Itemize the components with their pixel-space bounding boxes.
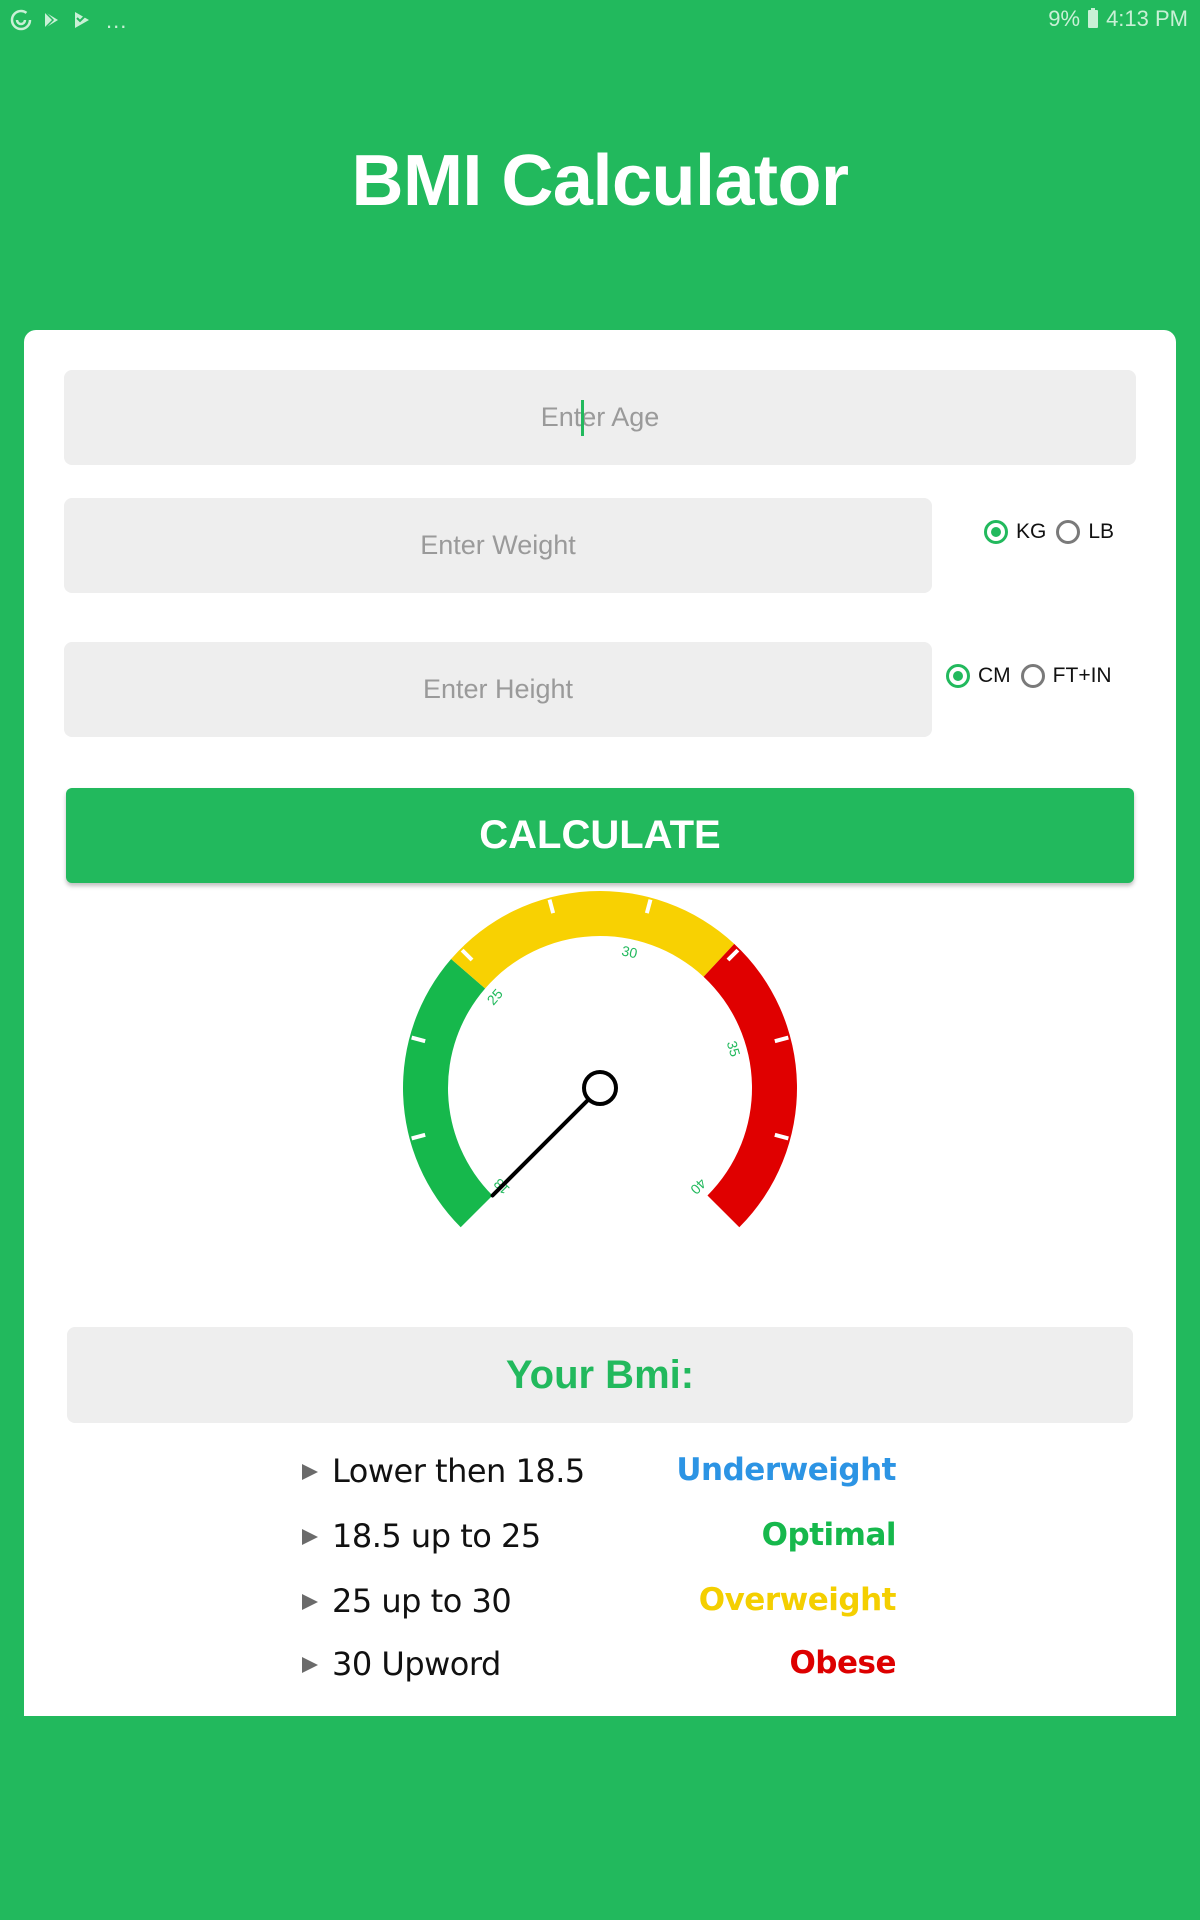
legend-range: 25 up to 30	[332, 1582, 512, 1620]
gauge-label: 40	[687, 1175, 709, 1197]
legend-row: 30 Upword Obese	[302, 1641, 922, 1691]
legend-range: 18.5 up to 25	[332, 1517, 541, 1555]
battery-percent: 9%	[1048, 6, 1081, 31]
weight-input[interactable]	[64, 497, 932, 594]
play-store-check-icon	[75, 12, 89, 28]
sync-icon	[10, 9, 32, 31]
radio-cm[interactable]: CM	[946, 664, 1011, 688]
calculator-card: KG LB CM FT+IN CALCULATE 1825303540 Your…	[24, 330, 1176, 1716]
height-input[interactable]	[64, 641, 932, 738]
radio-kg-label: KG	[1016, 520, 1047, 543]
radio-cm-label: CM	[978, 664, 1011, 687]
radio-lb[interactable]: LB	[1056, 520, 1114, 544]
calculate-button[interactable]: CALCULATE	[66, 788, 1134, 883]
legend-range: Lower then 18.5	[332, 1452, 585, 1490]
notification-overflow: ...	[106, 8, 128, 33]
radio-unchecked-icon[interactable]	[1020, 664, 1045, 688]
radio-checked-icon[interactable]	[946, 664, 970, 688]
bmi-result-label: Your Bmi:	[505, 1352, 695, 1397]
triangle-bullet-icon	[302, 1529, 318, 1545]
gauge-label: 35	[724, 1039, 744, 1059]
play-store-icon	[44, 11, 58, 29]
gauge-needle-hub	[582, 1070, 618, 1106]
status-bar: ... 9% 4:13 PM	[0, 0, 1200, 40]
height-unit-group: CM FT+IN	[946, 664, 1122, 688]
legend-row: 18.5 up to 25 Optimal	[302, 1513, 922, 1563]
legend-status: Optimal	[761, 1517, 897, 1553]
gauge-label: 25	[484, 985, 506, 1007]
bmi-gauge: 1825303540	[403, 891, 797, 1228]
age-input[interactable]	[64, 369, 1136, 466]
radio-ft-in-label: FT+IN	[1052, 664, 1112, 687]
triangle-bullet-icon	[302, 1594, 318, 1610]
gauge-segment-0	[403, 958, 493, 1228]
gauge-segment-2	[703, 943, 797, 1228]
weight-field[interactable]	[64, 497, 932, 594]
radio-unchecked-icon[interactable]	[1056, 520, 1081, 544]
battery-icon	[1088, 8, 1099, 28]
legend-status: Obese	[789, 1645, 896, 1681]
radio-checked-icon[interactable]	[984, 520, 1008, 544]
bmi-result-box: Your Bmi:	[67, 1327, 1133, 1423]
triangle-bullet-icon	[302, 1464, 318, 1480]
legend-status: Underweight	[676, 1452, 896, 1488]
legend-row: 25 up to 30 Overweight	[302, 1578, 922, 1628]
text-cursor	[581, 400, 584, 436]
height-field[interactable]	[64, 641, 932, 738]
app-title: BMI Calculator	[351, 141, 849, 221]
gauge-needle	[490, 1097, 591, 1198]
gauge-segment-1	[451, 891, 735, 989]
clock: 4:13 PM	[1106, 6, 1188, 31]
legend-range: 30 Upword	[332, 1645, 501, 1683]
radio-ft-in[interactable]: FT+IN	[1020, 664, 1112, 688]
weight-unit-group: KG LB	[984, 520, 1124, 544]
triangle-bullet-icon	[302, 1657, 318, 1673]
age-field[interactable]	[64, 369, 1136, 466]
gauge-label: 30	[620, 942, 639, 961]
radio-lb-label: LB	[1088, 520, 1115, 543]
legend-row: Lower then 18.5 Underweight	[302, 1448, 922, 1498]
radio-kg[interactable]: KG	[984, 520, 1046, 544]
legend-status: Overweight	[698, 1582, 897, 1618]
